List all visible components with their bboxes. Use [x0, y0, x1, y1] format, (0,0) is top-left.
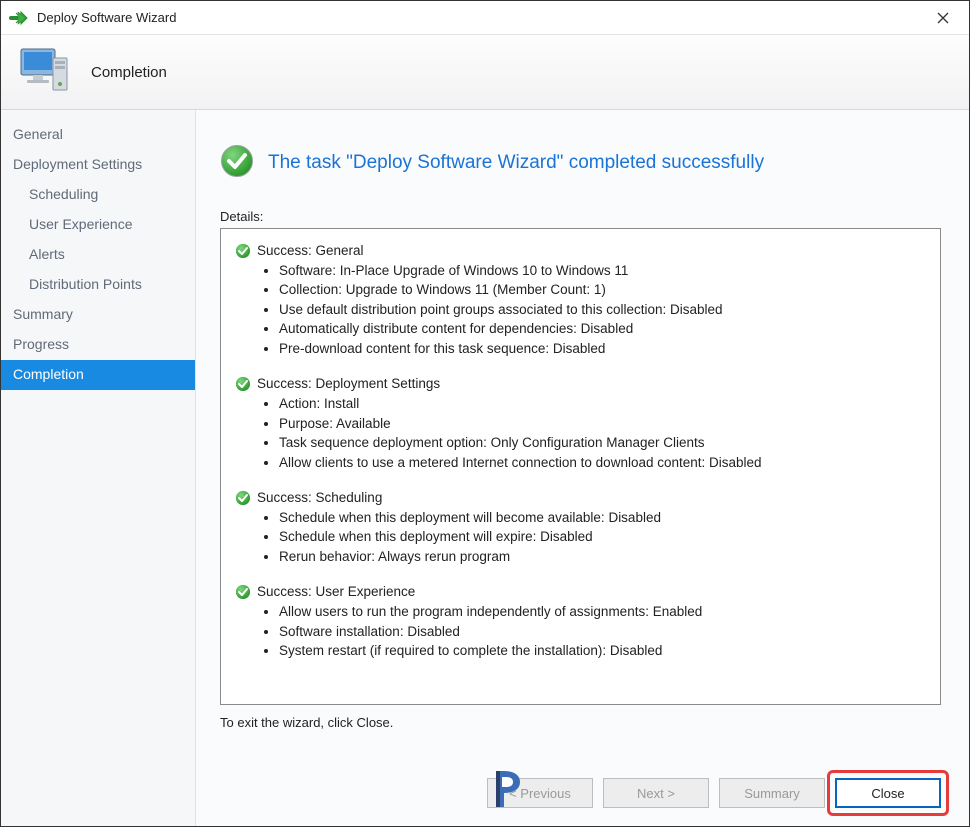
sidebar-item[interactable]: Progress: [1, 330, 195, 360]
details-section-list: Allow users to run the program independe…: [263, 602, 926, 661]
success-check-small-icon: [235, 584, 251, 600]
sidebar-item[interactable]: User Experience: [1, 210, 195, 240]
details-item: Software: In-Place Upgrade of Windows 10…: [279, 261, 926, 281]
window-title: Deploy Software Wizard: [37, 10, 923, 25]
details-item: Schedule when this deployment will becom…: [279, 508, 926, 528]
details-section-head: Success: Deployment Settings: [235, 374, 926, 394]
details-item: Automatically distribute content for dep…: [279, 319, 926, 339]
sidebar-item[interactable]: Deployment Settings: [1, 150, 195, 180]
details-item: Action: Install: [279, 394, 926, 414]
details-item: Task sequence deployment option: Only Co…: [279, 433, 926, 453]
details-section-list: Software: In-Place Upgrade of Windows 10…: [263, 261, 926, 359]
details-item: Rerun behavior: Always rerun program: [279, 547, 926, 567]
watermark-p-icon: [490, 769, 526, 812]
details-box[interactable]: Success: GeneralSoftware: In-Place Upgra…: [220, 228, 941, 705]
computer-icon: [15, 46, 73, 99]
details-section-title: Success: General: [257, 241, 364, 261]
details-section-head: Success: General: [235, 241, 926, 261]
window-close-button[interactable]: [923, 4, 963, 32]
details-section: Success: User ExperienceAllow users to r…: [235, 582, 926, 660]
details-section-title: Success: User Experience: [257, 582, 415, 602]
wizard-content: The task "Deploy Software Wizard" comple…: [196, 110, 969, 826]
close-button[interactable]: Close: [835, 778, 941, 808]
details-section-head: Success: User Experience: [235, 582, 926, 602]
details-section: Success: GeneralSoftware: In-Place Upgra…: [235, 241, 926, 358]
details-section: Success: SchedulingSchedule when this de…: [235, 488, 926, 566]
details-section-title: Success: Deployment Settings: [257, 374, 440, 394]
details-section-title: Success: Scheduling: [257, 488, 382, 508]
details-item: Purpose: Available: [279, 414, 926, 434]
summary-button: Summary: [719, 778, 825, 808]
completion-headline: The task "Deploy Software Wizard" comple…: [220, 144, 941, 181]
details-item: Collection: Upgrade to Windows 11 (Membe…: [279, 280, 926, 300]
wizard-sidebar: GeneralDeployment SettingsSchedulingUser…: [1, 110, 196, 826]
success-check-icon: [220, 144, 254, 181]
next-button: Next >: [603, 778, 709, 808]
sidebar-item[interactable]: Completion: [1, 360, 195, 390]
title-bar: Deploy Software Wizard: [1, 1, 969, 35]
completion-headline-text: The task "Deploy Software Wizard" comple…: [268, 152, 764, 174]
sidebar-item[interactable]: Scheduling: [1, 180, 195, 210]
page-title: Completion: [91, 64, 167, 81]
details-item: Software installation: Disabled: [279, 622, 926, 642]
success-check-small-icon: [235, 243, 251, 259]
details-section: Success: Deployment SettingsAction: Inst…: [235, 374, 926, 472]
details-item: Allow clients to use a metered Internet …: [279, 453, 926, 473]
details-item: Pre-download content for this task seque…: [279, 339, 926, 359]
details-item: Allow users to run the program independe…: [279, 602, 926, 622]
details-item: Use default distribution point groups as…: [279, 300, 926, 320]
details-section-list: Schedule when this deployment will becom…: [263, 508, 926, 567]
details-label: Details:: [220, 209, 941, 224]
details-section-list: Action: InstallPurpose: AvailableTask se…: [263, 394, 926, 472]
sidebar-item[interactable]: Summary: [1, 300, 195, 330]
success-check-small-icon: [235, 490, 251, 506]
sidebar-item[interactable]: Distribution Points: [1, 270, 195, 300]
sidebar-item[interactable]: Alerts: [1, 240, 195, 270]
exit-note: To exit the wizard, click Close.: [220, 715, 941, 730]
wizard-header: Completion: [1, 35, 969, 110]
details-item: Schedule when this deployment will expir…: [279, 527, 926, 547]
button-footer: < Previous Next > Summary Close: [220, 730, 941, 812]
sidebar-item[interactable]: General: [1, 120, 195, 150]
wizard-arrow-icon: [9, 9, 29, 27]
success-check-small-icon: [235, 376, 251, 392]
details-section-head: Success: Scheduling: [235, 488, 926, 508]
details-item: System restart (if required to complete …: [279, 641, 926, 661]
